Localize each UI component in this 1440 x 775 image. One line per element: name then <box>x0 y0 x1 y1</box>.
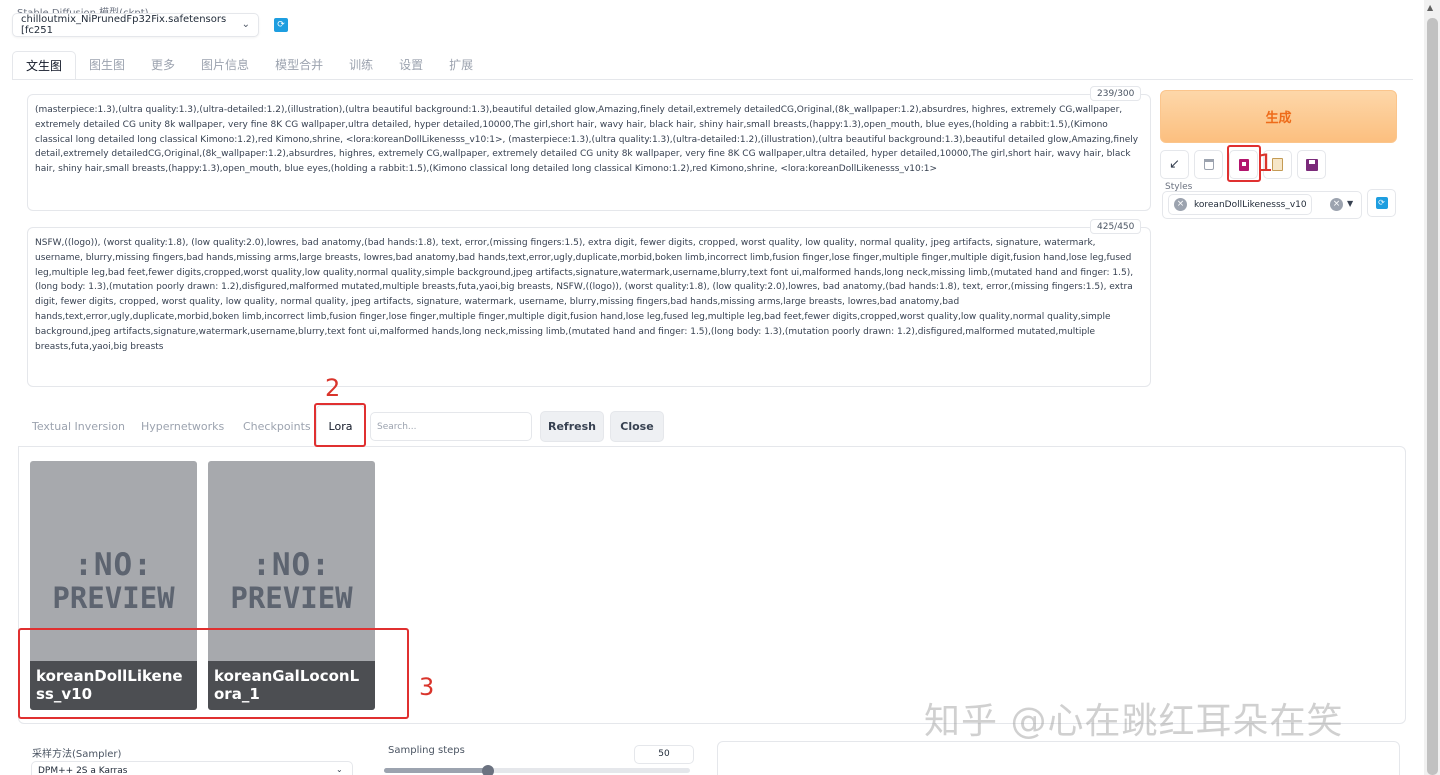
arrow-down-left-icon: ↙ <box>1169 157 1180 172</box>
tab-hypernetworks[interactable]: Hypernetworks <box>141 420 224 433</box>
styles-refresh-button[interactable]: ⟳ <box>1367 189 1396 217</box>
network-search-input[interactable] <box>370 412 532 441</box>
output-panel <box>717 741 1400 775</box>
negative-token-counter: 425/450 <box>1090 219 1142 234</box>
main-tabs: 文生图 图生图 更多 图片信息 模型合并 训练 设置 扩展 <box>12 51 486 80</box>
no-preview-image: :NO: PREVIEW <box>30 549 197 615</box>
tabs-divider <box>12 79 1413 80</box>
no-preview-line2: PREVIEW <box>52 581 175 615</box>
prompt-token-counter: 239/300 <box>1090 86 1142 101</box>
model-select-value: chilloutmix_NiPrunedFp32Fix.safetensors … <box>21 14 227 36</box>
refresh-button[interactable]: Refresh <box>540 411 604 442</box>
annotation-box-2 <box>314 403 366 447</box>
chevron-down-icon: ⌄ <box>241 19 250 30</box>
scrollbar-thumb[interactable] <box>1427 18 1438 775</box>
generate-button[interactable]: 生成 <box>1160 90 1397 143</box>
tab-textual-inversion[interactable]: Textual Inversion <box>32 420 125 433</box>
close-button[interactable]: Close <box>610 411 664 442</box>
annotation-box-3 <box>18 628 409 719</box>
clear-prompt-button[interactable] <box>1194 150 1223 179</box>
prompt-textarea[interactable]: (masterpiece:1.3),(ultra quality:1.3),(u… <box>27 94 1151 211</box>
tab-extras[interactable]: 更多 <box>138 51 188 80</box>
watermark: 知乎 @心在跳红耳朵在笑 <box>924 701 1344 742</box>
steps-slider-fill <box>384 768 488 773</box>
tab-checkpoints[interactable]: Checkpoints <box>243 420 311 433</box>
tab-img2img[interactable]: 图生图 <box>76 51 138 80</box>
remove-chip-icon[interactable]: × <box>1174 198 1187 211</box>
chevron-down-icon[interactable]: ▼ <box>1347 199 1353 208</box>
refresh-icon[interactable]: ⟳ <box>274 18 288 32</box>
steps-slider-thumb[interactable] <box>482 765 494 775</box>
annotation-number-2: 2 <box>325 374 341 402</box>
no-preview-line1: :NO: <box>74 547 153 583</box>
annotation-number-1: 1 <box>1258 149 1274 177</box>
annotation-box-1 <box>1227 145 1261 182</box>
annotation-number-3: 3 <box>419 673 435 701</box>
tab-train[interactable]: 训练 <box>336 51 386 80</box>
tab-txt2img[interactable]: 文生图 <box>12 51 77 80</box>
clear-styles-icon[interactable]: × <box>1330 198 1343 211</box>
steps-label: Sampling steps <box>388 745 465 756</box>
save-style-icon <box>1305 158 1318 171</box>
save-style-button[interactable] <box>1297 150 1326 179</box>
steps-number-input[interactable]: 50 <box>634 745 694 764</box>
sampler-select[interactable]: DPM++ 2S a Karras <box>31 761 353 775</box>
sampler-label: 采样方法(Sampler) <box>32 749 122 760</box>
tab-png-info[interactable]: 图片信息 <box>188 51 262 80</box>
style-chip-label: koreanDollLikenesss_v10 <box>1194 199 1307 210</box>
refresh-icon: ⟳ <box>1375 197 1388 209</box>
tab-settings[interactable]: 设置 <box>386 51 436 80</box>
no-preview-line2: PREVIEW <box>230 581 353 615</box>
style-chip[interactable]: × koreanDollLikenesss_v10 <box>1168 194 1312 215</box>
chevron-down-icon: ⌄ <box>336 765 343 774</box>
model-select[interactable]: chilloutmix_NiPrunedFp32Fix.safetensors … <box>12 13 259 37</box>
negative-prompt-textarea[interactable]: NSFW,((logo)), (worst quality:1.8), (low… <box>27 227 1151 387</box>
tab-extensions[interactable]: 扩展 <box>436 51 486 80</box>
tab-checkpoint-merger[interactable]: 模型合并 <box>262 51 336 80</box>
no-preview-line1: :NO: <box>252 547 331 583</box>
trash-icon <box>1203 159 1214 170</box>
read-params-button[interactable]: ↙ <box>1160 150 1189 179</box>
clipboard-icon <box>1272 158 1283 171</box>
scroll-up-icon[interactable]: ▲ <box>1427 3 1433 12</box>
no-preview-image: :NO: PREVIEW <box>208 549 375 615</box>
